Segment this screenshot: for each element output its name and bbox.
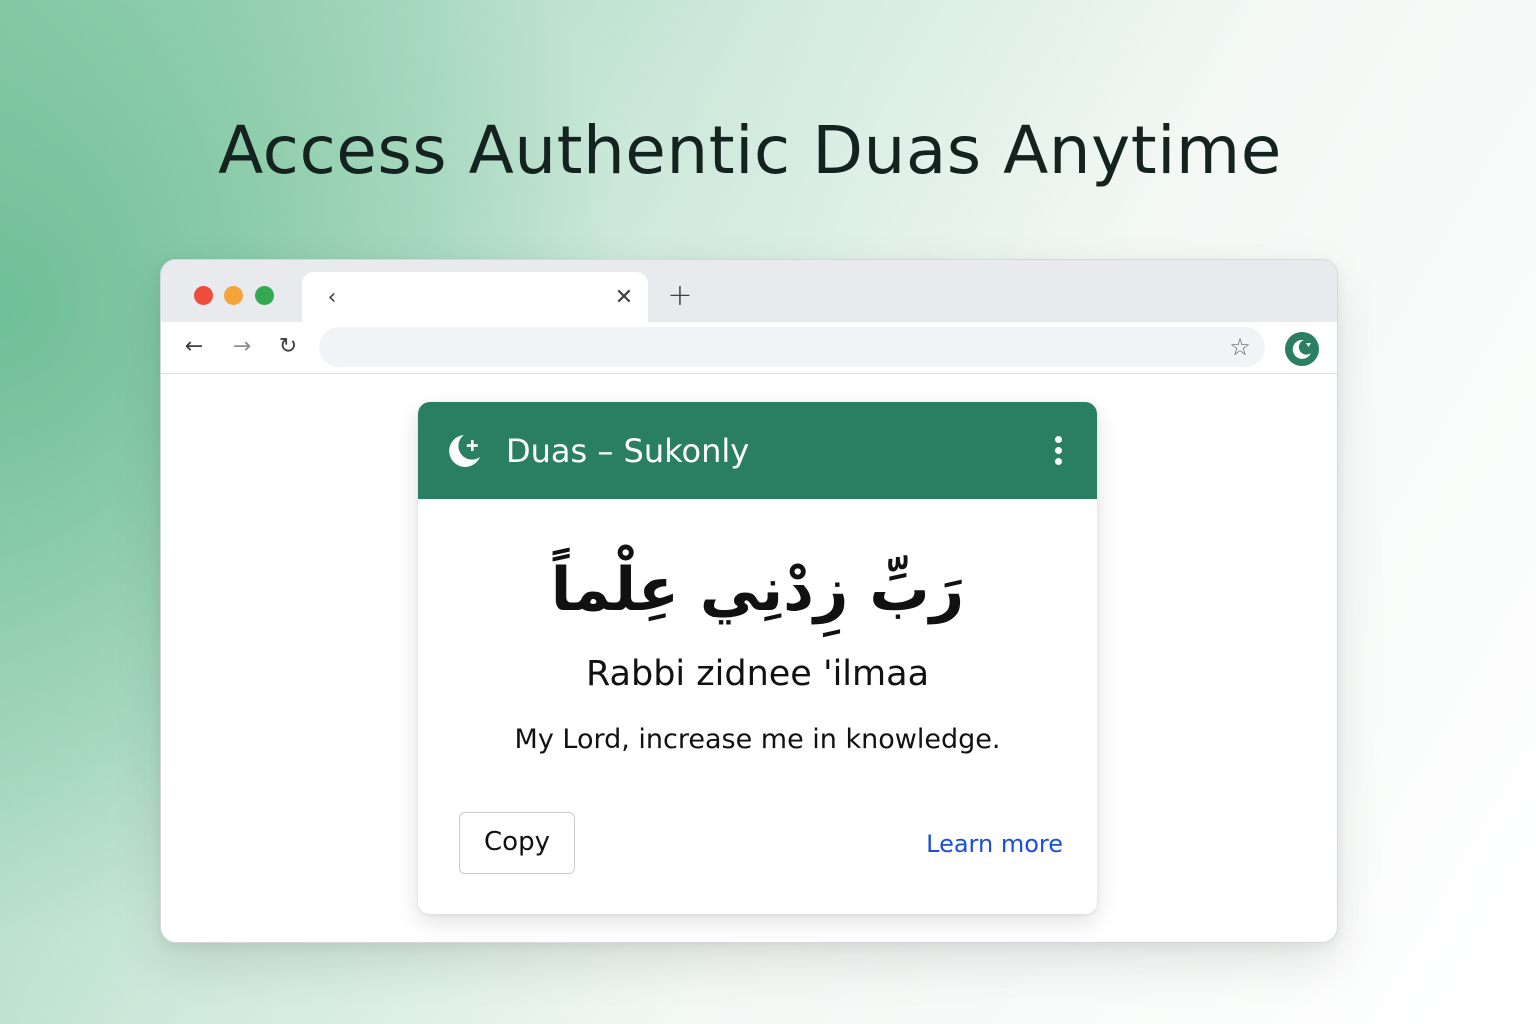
duas-popup: Duas – Sukonly رَبِّ زِدْنِي عِلْماً Rab… <box>418 402 1097 914</box>
chevron-left-icon[interactable]: ‹ <box>320 284 344 312</box>
dua-translation: My Lord, increase me in knowledge. <box>514 724 1001 755</box>
page-headline: Access Authentic Duas Anytime <box>218 112 1282 189</box>
dua-arabic-text: رَبِّ زِدْنِي عِلْماً <box>550 555 965 625</box>
tab-strip: ‹ ✕ + <box>161 260 1337 324</box>
forward-arrow-icon[interactable]: → <box>227 332 257 362</box>
close-tab-icon[interactable]: ✕ <box>612 284 636 312</box>
browser-toolbar: ← → ↻ ☆ <box>161 322 1337 374</box>
browser-tab[interactable]: ‹ ✕ <box>302 272 648 324</box>
new-tab-button[interactable]: + <box>666 281 694 311</box>
reload-icon[interactable]: ↻ <box>273 332 303 362</box>
maximize-window-button[interactable] <box>255 286 274 305</box>
page-content: Duas – Sukonly رَبِّ زِدْنِي عِلْماً Rab… <box>161 374 1337 942</box>
crescent-moon-icon <box>1292 339 1311 359</box>
copy-button[interactable]: Copy <box>459 812 575 874</box>
minimize-window-button[interactable] <box>224 286 243 305</box>
crescent-star-icon <box>449 435 480 467</box>
bookmark-star-icon[interactable]: ☆ <box>1225 332 1255 362</box>
address-bar[interactable]: ☆ <box>319 327 1265 367</box>
browser-window: ‹ ✕ + ← → ↻ ☆ Duas – Sukonly رَبِّ زِدْن… <box>160 259 1338 943</box>
dua-transliteration: Rabbi zidnee 'ilmaa <box>585 654 930 694</box>
extension-button[interactable] <box>1285 332 1319 366</box>
popup-header: Duas – Sukonly <box>418 402 1097 499</box>
close-window-button[interactable] <box>194 286 213 305</box>
back-arrow-icon[interactable]: ← <box>179 332 209 362</box>
learn-more-link[interactable]: Learn more <box>926 826 1063 862</box>
popup-title: Duas – Sukonly <box>506 432 750 470</box>
kebab-menu-icon[interactable] <box>1049 434 1069 468</box>
